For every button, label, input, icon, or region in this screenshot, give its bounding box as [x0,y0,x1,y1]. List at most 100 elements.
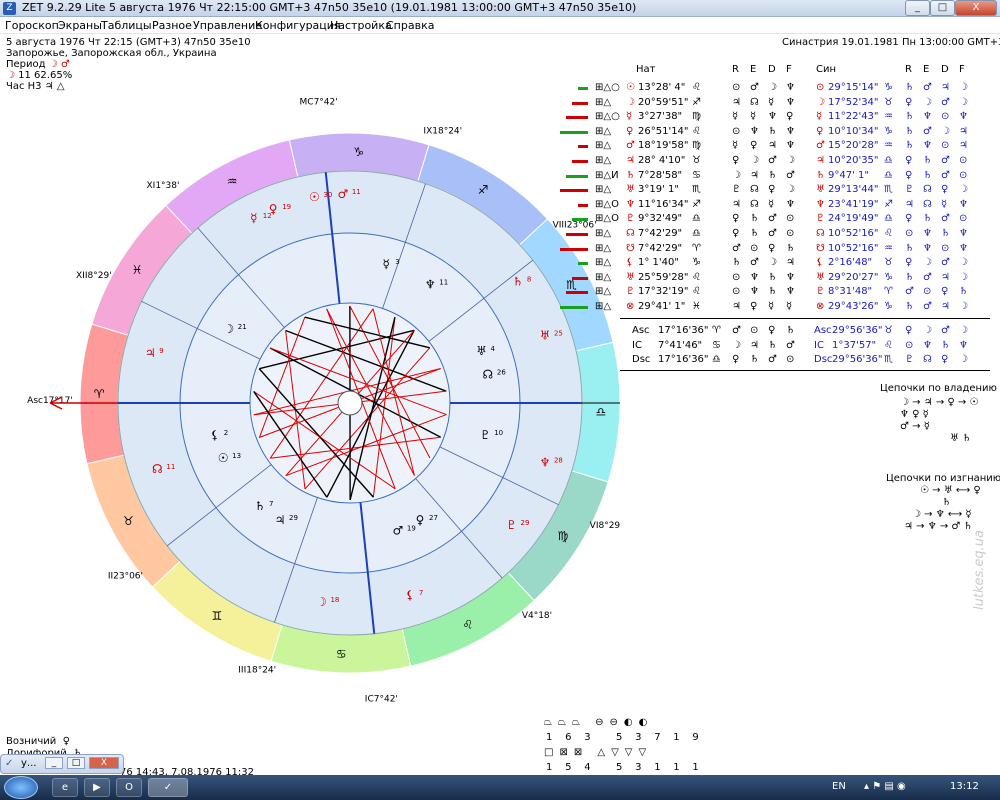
horoscope-wheel[interactable]: ♈♉♊♋♌♍♎♏♐♑♒♓Asc17°17'II23°06'III18°24'IC… [0,85,620,775]
strength-bar [572,276,588,280]
natal-planet-glyph: ☽ [626,96,635,108]
syn-f: ♃ [959,125,968,137]
natal-r: ⊙ [732,125,741,137]
syn-angle-r: ⊙ [905,339,914,351]
strength-bar [578,262,588,266]
stat-bot-7: 1 [673,762,680,773]
natal-sign: ♌ [692,125,701,137]
row-aspect-icons: ⊞△ [595,257,612,269]
maximize-button[interactable]: □ [930,0,955,16]
house-cusp-label: IX18°24' [423,127,462,137]
menu-misc[interactable]: Разное [152,19,192,32]
menu-settings[interactable]: Настройка [330,19,392,32]
angle-d: ♄ [768,339,777,351]
syn-position: 15°20'28" [828,140,879,152]
syn-sign: ♑ [884,271,893,283]
strength-bar [572,218,588,222]
menu-tables[interactable]: Таблицы [101,19,152,32]
natal-position: 3°27'38" [638,111,683,123]
menu-horoscope[interactable]: Гороскоп [5,19,59,32]
header-e2: E [923,64,930,75]
syn-planet-glyph: ♆ [816,198,825,210]
natal-planet: ☊ [483,368,494,382]
chain-exile-1: ☉ → ♅ ⟷ ♀ [920,485,981,496]
minimize-button[interactable]: _ [905,0,930,16]
syn-sign: ♑ [884,82,893,93]
taskbar-ie-icon[interactable]: e [52,778,78,797]
angle-label: Asc [632,325,650,336]
syn-position: 8°31'48" [828,286,873,298]
syn-sign: ♒ [884,242,893,254]
natal-planet-glyph: ♅ [626,271,635,283]
syn-position: 2°16'48" [828,257,873,269]
stat-top-1: 1 [546,732,553,743]
natal-d: ♂ [768,213,777,225]
period-label: Период [6,59,46,70]
syn-planet-glyph: ☊ [816,228,825,239]
natal-d: ☿ [768,198,775,210]
natal-planet-glyph: ♆ [626,198,635,210]
header-r: R [732,64,739,75]
chains-exile-title: Цепочки по изгнанию [886,473,1000,484]
syn-angle-f: ♆ [959,339,968,351]
menu-control[interactable]: Управление [193,19,262,32]
syn-d: ♃ [941,82,950,93]
tray-icons[interactable]: ▴ ⚑ ▤ ◉ [864,781,906,792]
language-indicator[interactable]: EN [832,781,846,792]
natal-planet-degree: 29 [289,514,298,522]
mini-close-button[interactable]: X [89,757,119,769]
natal-r: ♀ [732,228,740,239]
taskbar-opera-icon[interactable]: O [116,778,142,797]
planet-table: Нат R E D F Син R E D F ⊞△○ ☉ 13°28' 4" ♌ ⊙ ♂ ☽ ♆ ⊙ 29°15'1… [548,60,998,371]
syn-r: ♄ [905,271,914,283]
natal-e: ☊ [750,96,759,108]
mini-minimize-button[interactable]: _ [45,757,63,769]
natal-r: ☽ [732,169,741,181]
menu-screens[interactable]: Экраны [58,19,102,32]
taskbar-media-icon[interactable]: ▶ [84,778,110,797]
natal-position: 7°42'29" [638,228,683,239]
syn-d: ⊙ [941,242,950,254]
syn-angle-sign: ♉ [884,325,893,336]
natal-f: ☽ [786,184,795,196]
syn-d: ☿ [941,198,948,210]
syn-sign: ♒ [884,111,893,123]
natal-planet-degree: 13 [232,452,241,460]
angle-sign: ♋ [712,339,721,351]
natal-sign: ♌ [692,286,701,298]
syn-d: ♀ [941,286,949,298]
house-cusp-label: IC7°42' [365,694,398,704]
natal-r: ♇ [732,184,741,196]
taskbar-zet-icon[interactable]: ✓ [148,778,188,797]
natal-d: ♀ [768,184,776,196]
chain-exile-4: ♃ → ♆ → ♂ ♄ [904,521,973,532]
clock[interactable]: 13:12 [950,781,979,792]
mini-restore-button[interactable]: □ [67,757,85,769]
stats-icons-top: ⏢⏢⏢ ⊖⊖◐◐ [544,717,654,728]
stat-bot-4: 5 [616,762,623,773]
house-cusp-label: II23°06' [108,571,143,581]
natal-sign: ♌ [692,271,701,283]
menu-configuration[interactable]: Конфигурация [255,19,341,32]
syn-d: ☽ [941,125,950,137]
menu-help[interactable]: Справка [386,19,434,32]
row-aspect-icons: ⊞△ [595,96,612,108]
strength-bar [560,306,588,309]
syn-angle-e: ♆ [923,339,932,351]
transit-planet-degree: 19 [282,203,291,211]
syn-position: 9°47' 1" [828,169,869,181]
transit-planet-degree: 29 [521,519,530,527]
strength-bar [578,87,588,90]
natal-planet-glyph: ☋ [626,242,635,254]
minimized-window[interactable]: ✓ у... _ □ X [0,754,124,774]
natal-planet-glyph: ♅ [626,184,635,196]
syn-f: ♃ [959,140,968,152]
syn-position: 29°15'14" [828,82,879,93]
start-button[interactable] [4,776,38,799]
close-button[interactable]: X [955,0,997,16]
transit-planet: ☽ [316,595,327,609]
natal-planet-glyph: ⚸ [626,257,634,269]
natal-planet: ♅ [476,344,487,358]
natal-e: ☊ [750,184,759,196]
syn-position: 11°22'43" [828,111,879,123]
